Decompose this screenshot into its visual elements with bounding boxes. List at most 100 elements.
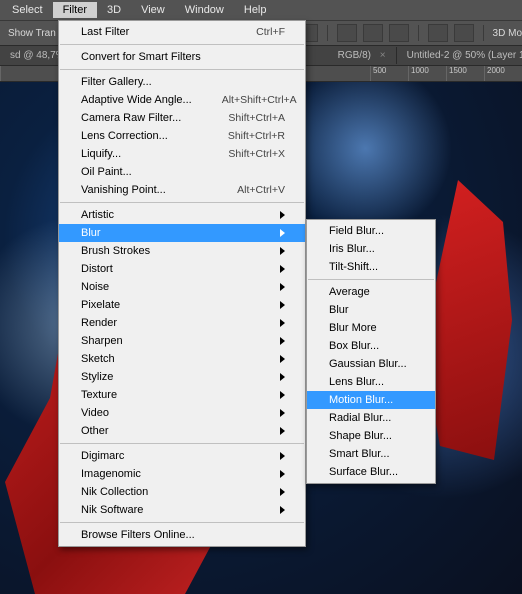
- menuitem-label: Texture: [81, 389, 260, 401]
- menuitem-filter-gallery[interactable]: Filter Gallery...: [59, 73, 305, 91]
- chevron-right-icon: [280, 470, 285, 478]
- blur-group-1: Field Blur...Iris Blur... Tilt-Shift...: [307, 222, 435, 276]
- menuitem-label: Nik Software: [81, 504, 260, 516]
- menuitem-noise[interactable]: Noise: [59, 278, 305, 296]
- chevron-right-icon: [280, 247, 285, 255]
- distribute-icon[interactable]: [363, 24, 383, 42]
- tab-label: RGB/8): [338, 50, 371, 61]
- chevron-right-icon: [280, 373, 285, 381]
- menuitem-shortcut: Shift+Ctrl+R: [228, 130, 285, 142]
- menuitem-nik-software[interactable]: Nik Software: [59, 501, 305, 519]
- menu-select[interactable]: Select: [2, 2, 53, 18]
- menuitem-pixelate[interactable]: Pixelate: [59, 296, 305, 314]
- menuitem-label: Adaptive Wide Angle...: [81, 94, 192, 106]
- menu-help[interactable]: Help: [234, 2, 277, 18]
- menuitem-label: Camera Raw Filter...: [81, 112, 198, 124]
- chevron-right-icon: [280, 427, 285, 435]
- menuitem-sketch[interactable]: Sketch: [59, 350, 305, 368]
- menuitem-label: Artistic: [81, 209, 260, 221]
- menuitem-distort[interactable]: Distort: [59, 260, 305, 278]
- menuitem-video[interactable]: Video: [59, 404, 305, 422]
- menuitem-iris-blur[interactable]: Iris Blur...: [307, 240, 435, 258]
- chevron-right-icon: [280, 211, 285, 219]
- menuitem-browse-filters[interactable]: Browse Filters Online...: [59, 526, 305, 544]
- menu-window[interactable]: Window: [175, 2, 234, 18]
- menuitem-field-blur[interactable]: Field Blur...: [307, 222, 435, 240]
- chevron-right-icon: [280, 391, 285, 399]
- menuitem-shape-blur[interactable]: Shape Blur...: [307, 427, 435, 445]
- menuitem-render[interactable]: Render: [59, 314, 305, 332]
- close-icon[interactable]: ×: [380, 50, 386, 61]
- menuitem-smart-blur[interactable]: Smart Blur...: [307, 445, 435, 463]
- chevron-right-icon: [280, 319, 285, 327]
- menuitem-stylize[interactable]: Stylize: [59, 368, 305, 386]
- menu-filter[interactable]: Filter: [53, 2, 97, 18]
- menuitem-sharpen[interactable]: Sharpen: [59, 332, 305, 350]
- chevron-right-icon: [280, 229, 285, 237]
- menuitem-other[interactable]: Other: [59, 422, 305, 440]
- menuitem-blur-more[interactable]: Blur More: [307, 319, 435, 337]
- menuitem-shortcut: Shift+Ctrl+A: [228, 112, 285, 124]
- menuitem-label: Filter Gallery...: [81, 76, 255, 88]
- ruler-tick: 1500: [446, 66, 484, 81]
- menuitem-label: Nik Collection: [81, 486, 260, 498]
- menuitem-label: Video: [81, 407, 260, 419]
- menuitem-lens-correction[interactable]: Lens Correction... Shift+Ctrl+R: [59, 127, 305, 145]
- menuitem-label: Shape Blur...: [329, 430, 415, 442]
- menu-divider: [60, 443, 304, 444]
- distribute-icon[interactable]: [389, 24, 409, 42]
- menuitem-radial-blur[interactable]: Radial Blur...: [307, 409, 435, 427]
- menuitem-box-blur[interactable]: Box Blur...: [307, 337, 435, 355]
- menuitem-shortcut: Alt+Shift+Ctrl+A: [222, 94, 297, 106]
- tab-document-mid[interactable]: RGB/8) ×: [328, 47, 397, 64]
- menuitem-label: Lens Blur...: [329, 376, 415, 388]
- menuitem-vanishing-point[interactable]: Vanishing Point...Alt+Ctrl+V: [59, 181, 305, 199]
- menuitem-convert-smart-filters[interactable]: Convert for Smart Filters: [59, 48, 305, 66]
- menuitem-label: Blur: [81, 227, 260, 239]
- menu-view[interactable]: View: [131, 2, 175, 18]
- menuitem-surface-blur[interactable]: Surface Blur...: [307, 463, 435, 481]
- chevron-right-icon: [280, 488, 285, 496]
- menuitem-brush-strokes[interactable]: Brush Strokes: [59, 242, 305, 260]
- menuitem-oil-paint[interactable]: Oil Paint...: [59, 163, 305, 181]
- menuitem-label: Pixelate: [81, 299, 260, 311]
- menuitem-blur[interactable]: Blur: [59, 224, 305, 242]
- menuitem-label: Tilt-Shift...: [329, 261, 415, 273]
- menuitem-texture[interactable]: Texture: [59, 386, 305, 404]
- arrange-icon[interactable]: [454, 24, 474, 42]
- ruler-tick: 2000: [484, 66, 522, 81]
- menu-divider: [60, 202, 304, 203]
- chevron-right-icon: [280, 452, 285, 460]
- distribute-icon[interactable]: [337, 24, 357, 42]
- menuitem-label: Other: [81, 425, 260, 437]
- menuitem-label: Gaussian Blur...: [329, 358, 415, 370]
- menuitem-liquify[interactable]: Liquify...Shift+Ctrl+X: [59, 145, 305, 163]
- menu-divider: [60, 522, 304, 523]
- menuitem-label: Smart Blur...: [329, 448, 415, 460]
- menuitem-average[interactable]: Average: [307, 283, 435, 301]
- menuitem-adaptive-wide-angle[interactable]: Adaptive Wide Angle... Alt+Shift+Ctrl+A: [59, 91, 305, 109]
- menuitem-imagenomic[interactable]: Imagenomic: [59, 465, 305, 483]
- tab-document-right[interactable]: Untitled-2 @ 50% (Layer 1, RG: [397, 47, 522, 64]
- menuitem-blur[interactable]: Blur: [307, 301, 435, 319]
- menuitem-camera-raw-filter[interactable]: Camera Raw Filter... Shift+Ctrl+A: [59, 109, 305, 127]
- menuitem-label: Render: [81, 317, 260, 329]
- menuitem-tilt-shift[interactable]: Tilt-Shift...: [307, 258, 435, 276]
- arrange-icon[interactable]: [428, 24, 448, 42]
- menuitem-label: Average: [329, 286, 415, 298]
- tab-label: Untitled-2 @ 50% (Layer 1, RG: [407, 50, 522, 61]
- menuitem-lens-blur[interactable]: Lens Blur...: [307, 373, 435, 391]
- menuitem-artistic[interactable]: Artistic: [59, 206, 305, 224]
- chevron-right-icon: [280, 337, 285, 345]
- divider: [418, 25, 419, 41]
- menuitem-label: Liquify...: [81, 148, 198, 160]
- menuitem-gaussian-blur[interactable]: Gaussian Blur...: [307, 355, 435, 373]
- menuitem-digimarc[interactable]: Digimarc: [59, 447, 305, 465]
- chevron-right-icon: [280, 506, 285, 514]
- menuitem-nik-collection[interactable]: Nik Collection: [59, 483, 305, 501]
- menuitem-label: Surface Blur...: [329, 466, 415, 478]
- menu-3d[interactable]: 3D: [97, 2, 131, 18]
- menuitem-motion-blur[interactable]: Motion Blur...: [307, 391, 435, 409]
- menuitem-label: Lens Correction...: [81, 130, 198, 142]
- menuitem-last-filter[interactable]: Last Filter Ctrl+F: [59, 23, 305, 41]
